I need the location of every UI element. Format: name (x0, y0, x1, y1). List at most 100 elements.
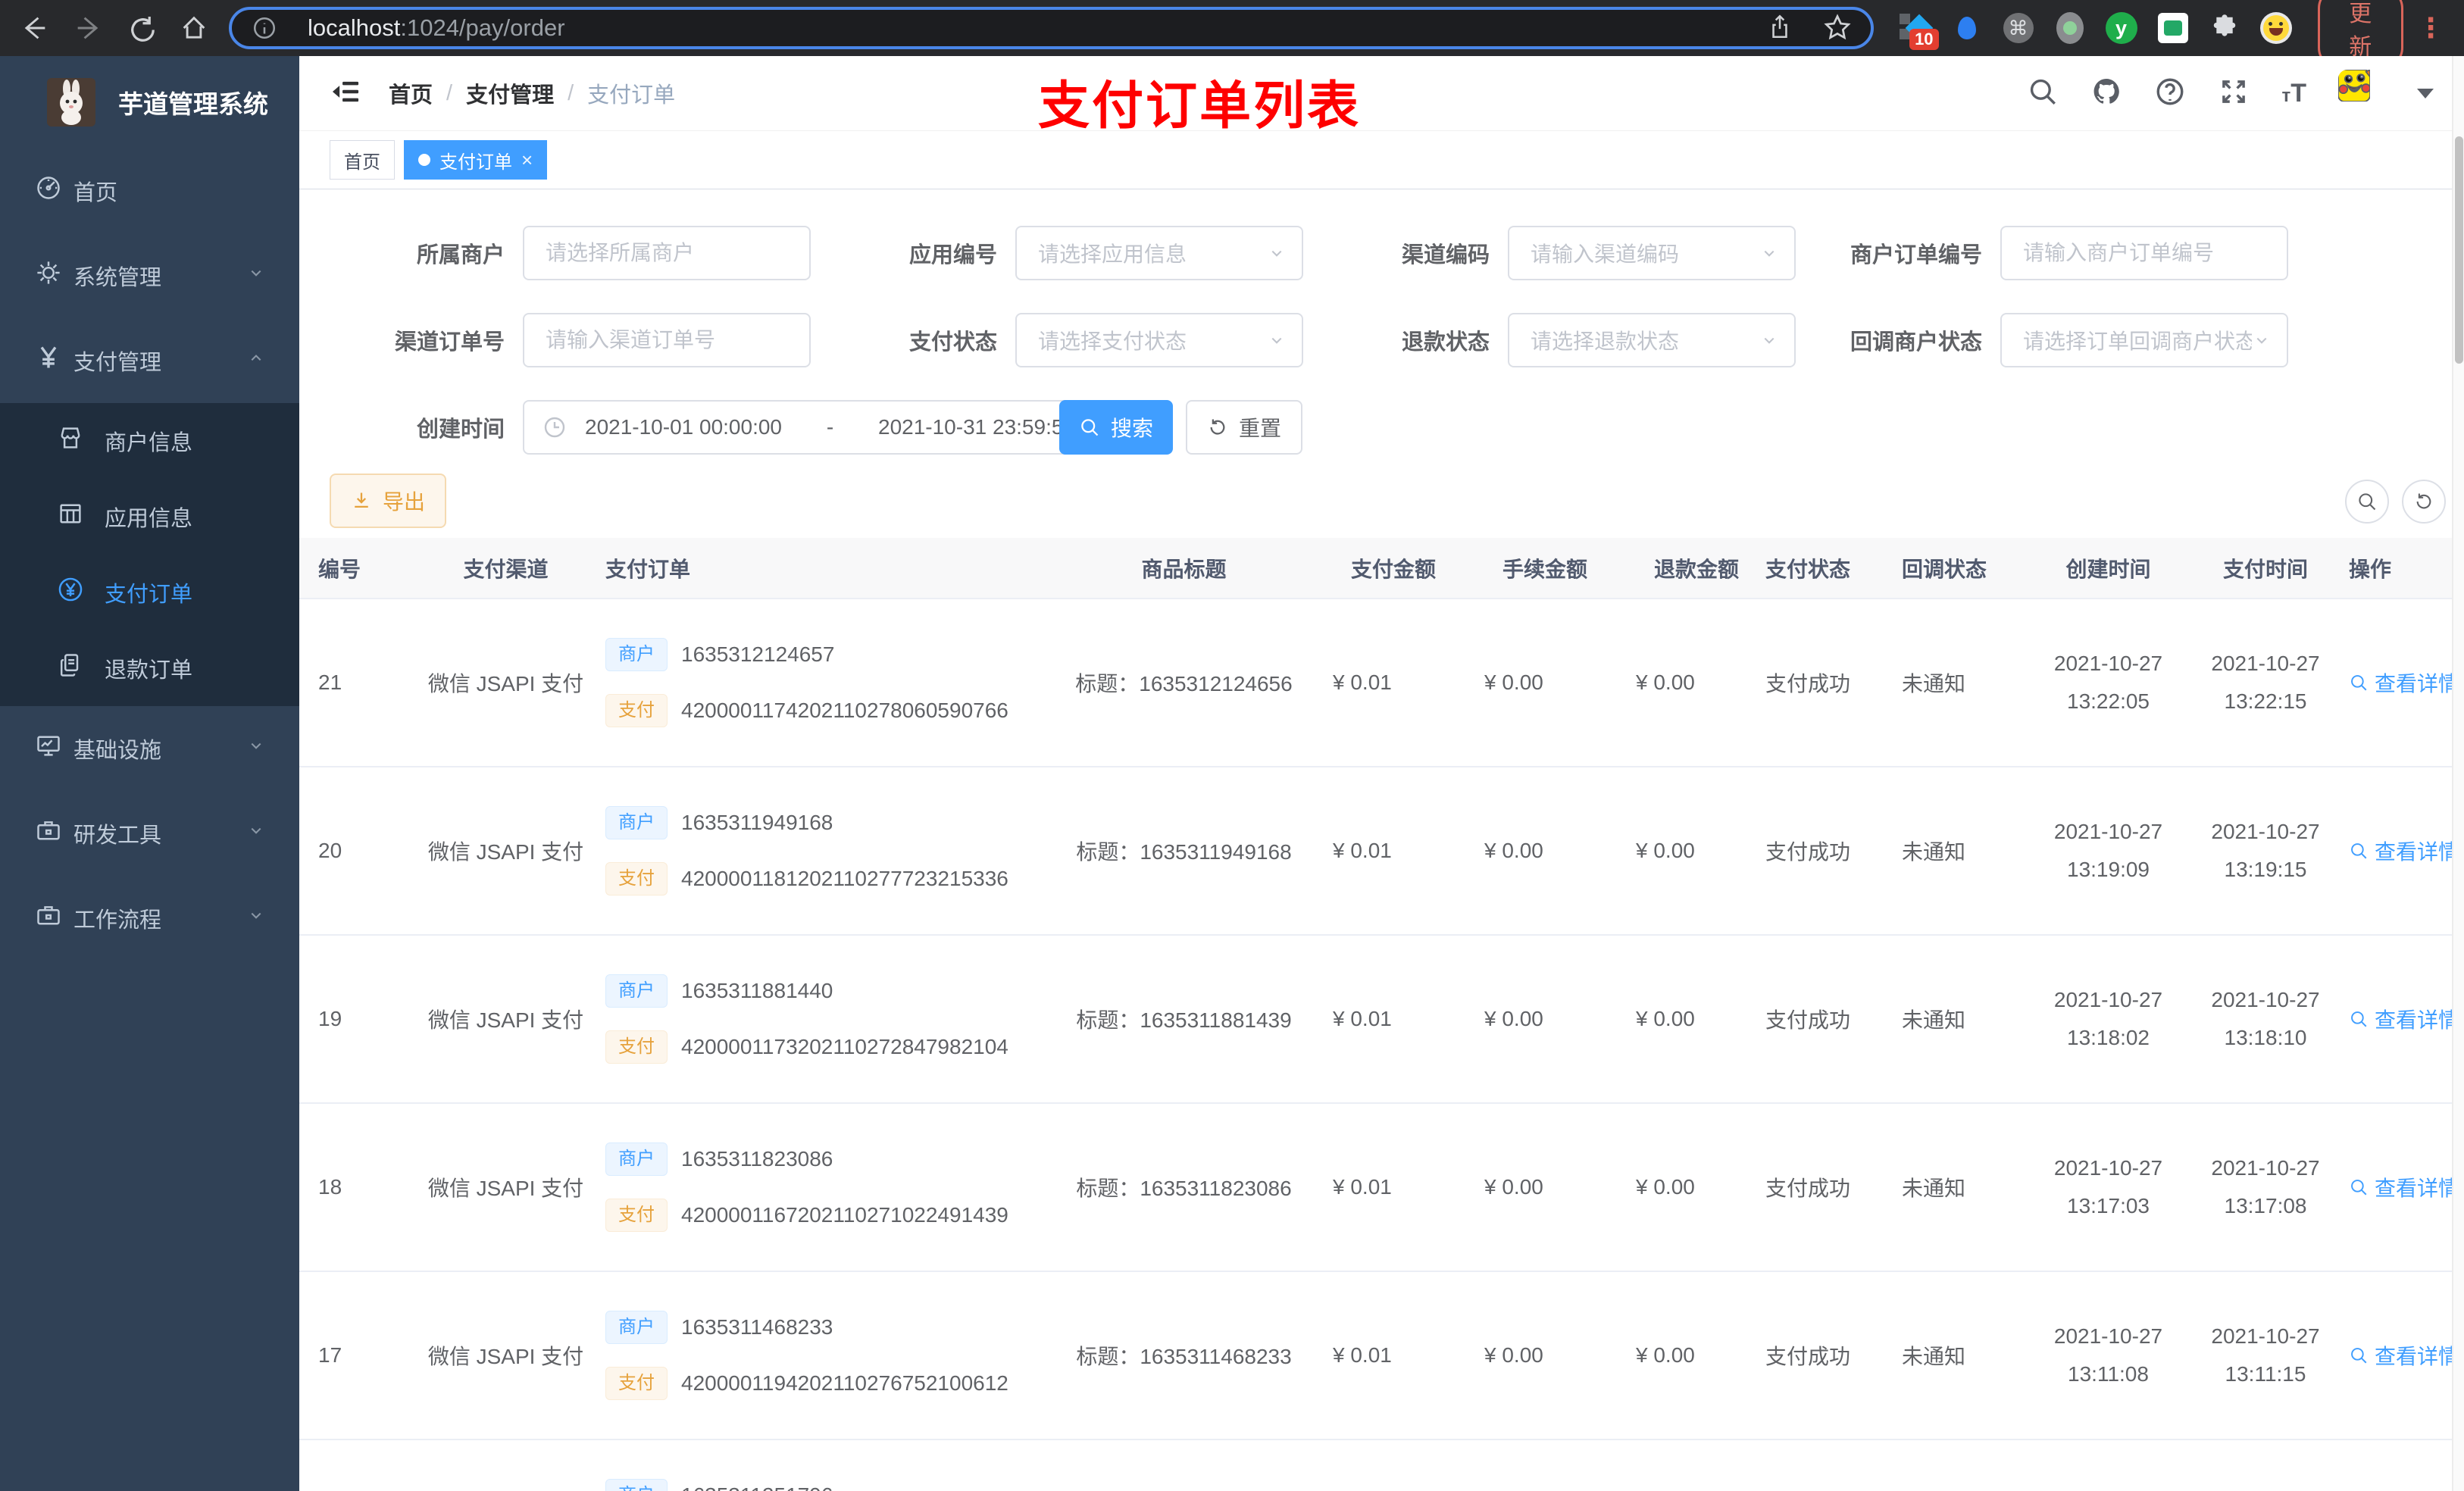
view-details-link[interactable]: 查看详情 (2349, 1340, 2459, 1371)
download-icon (354, 492, 369, 508)
pay-status: 支付成功 (1765, 1103, 1902, 1272)
refund-status-select[interactable]: 请选择退款状态 (1508, 313, 1796, 367)
reload-button[interactable] (126, 13, 156, 43)
browser-profile-avatar[interactable] (2259, 12, 2292, 44)
reset-button[interactable]: 重置 (1186, 400, 1303, 455)
view-details-link[interactable]: 查看详情 (2349, 667, 2459, 698)
sidebar-item-refund-order[interactable]: 退款订单 (0, 630, 299, 706)
help-icon[interactable] (2154, 76, 2186, 111)
sidebar-item-pay-order[interactable]: 支付订单 (0, 555, 299, 630)
scrollbar-thumb[interactable] (2455, 136, 2463, 364)
extension-icon-2[interactable] (1951, 12, 1983, 44)
sidebar-item-home[interactable]: 首页 (0, 148, 299, 233)
merchant-order-no: 1635311949168 (681, 811, 833, 834)
export-button[interactable]: 导出 (330, 474, 447, 528)
refund-amount: ¥ 0.00 (1633, 599, 1765, 767)
toolbox-icon (35, 817, 73, 850)
view-details-link[interactable]: 查看详情 (2349, 1004, 2459, 1034)
filter-merchant: 所属商户 (299, 226, 811, 280)
merchant-tag: 商户 (605, 1142, 668, 1176)
magnifier-icon (2351, 1348, 2367, 1364)
font-size-icon[interactable]: тT (2281, 79, 2306, 108)
extension-icon-1[interactable]: 10 (1899, 12, 1939, 50)
page-scrollbar[interactable] (2452, 56, 2464, 1491)
view-details-link[interactable]: 查看详情 (2349, 1172, 2459, 1202)
extension-badge: 10 (1909, 29, 1939, 50)
address-bar[interactable]: localhost:1024/pay/order (229, 7, 1874, 49)
extension-icon-3[interactable]: ⌘ (2003, 12, 2034, 44)
refund-amount: ¥ 0.00 (1633, 1103, 1765, 1272)
forward-button[interactable] (73, 13, 103, 43)
fee-amount: ¥ 0.00 (1481, 1103, 1633, 1272)
breadcrumb-home[interactable]: 首页 (389, 77, 433, 109)
col-pay-status: 支付状态 (1765, 538, 1902, 599)
date-range-picker[interactable]: 2021-10-01 00:00:00 - 2021-10-31 23:59:5… (523, 400, 1095, 455)
col-refund: 退款金额 (1633, 538, 1765, 599)
channel-order-no-input[interactable] (523, 313, 811, 367)
sidebar-item-payment[interactable]: 支付管理 (0, 318, 299, 403)
order-id: 17 (299, 1271, 409, 1440)
refresh-button[interactable] (2402, 480, 2446, 524)
chevron-down-icon (246, 821, 266, 846)
sidebar-fold-icon[interactable] (330, 76, 361, 111)
sidebar-item-system[interactable]: 系统管理 (0, 233, 299, 318)
order-id: 18 (299, 1103, 409, 1272)
browser-menu-icon[interactable]: ⋮ (2417, 12, 2444, 44)
magnifier-icon (2351, 843, 2367, 859)
fee-amount: ¥ 0.00 (1481, 935, 1633, 1104)
notify-status-select[interactable]: 请选择订单回调商户状态 (2000, 313, 2288, 367)
magnifier-icon (2351, 1180, 2367, 1196)
sidebar-item-merchant-info[interactable]: 商户信息 (0, 403, 299, 479)
site-info-icon (253, 17, 276, 39)
tag-home[interactable]: 首页 (330, 140, 395, 180)
pay-order-no: 4200001194202110276752100612 (681, 1371, 1008, 1395)
chevron-down-icon (246, 905, 266, 931)
breadcrumb-current: 支付订单 (587, 83, 676, 108)
user-avatar[interactable] (2338, 70, 2385, 117)
share-icon[interactable] (1766, 13, 1793, 44)
clock-icon (544, 417, 565, 438)
notify-status: 未通知 (1902, 1271, 2027, 1440)
sidebar-item-dev-tools[interactable]: 研发工具 (0, 791, 299, 876)
pay-order-no: 4200001173202110272847982104 (681, 1035, 1008, 1058)
sidebar-item-app-info[interactable]: 应用信息 (0, 479, 299, 555)
merchant-order-no-input[interactable] (2000, 226, 2288, 280)
home-button[interactable] (179, 13, 209, 43)
avatar-dropdown-caret[interactable] (2417, 88, 2434, 98)
app-logo[interactable]: 芋道管理系统 (0, 56, 299, 148)
extension-icon-6[interactable] (2157, 12, 2189, 44)
extension-icon-5[interactable]: y (2105, 12, 2137, 44)
search-icon[interactable] (2027, 76, 2059, 111)
monitor-icon (35, 732, 73, 765)
search-button[interactable]: 搜索 (1059, 400, 1174, 455)
product-title: 标题：1635311468233 (1038, 1271, 1330, 1440)
close-icon[interactable]: × (521, 150, 533, 170)
order-id: 19 (299, 935, 409, 1104)
merchant-tag: 商户 (605, 638, 668, 671)
pay-status-select[interactable]: 请选择支付状态 (1015, 313, 1303, 367)
view-details-link[interactable]: 查看详情 (2349, 836, 2459, 866)
pay-channel: 微信 JSAPI 支付 (409, 1271, 602, 1440)
extensions-puzzle-icon[interactable] (2209, 12, 2240, 44)
sidebar-item-workflow[interactable]: 工作流程 (0, 876, 299, 961)
extension-icon-4[interactable] (2054, 12, 2086, 44)
merchant-input[interactable] (523, 226, 811, 280)
pay-amount: ¥ 0.01 (1330, 767, 1481, 936)
bookmark-star-icon[interactable] (1824, 13, 1851, 44)
tag-pay-order[interactable]: 支付订单 × (404, 140, 548, 180)
toggle-search-button[interactable] (2345, 480, 2389, 524)
pay-status: 支付成功 (1765, 599, 1902, 767)
fullscreen-icon[interactable] (2218, 76, 2250, 111)
app-select[interactable]: 请选择应用信息 (1015, 226, 1303, 280)
sidebar-item-infrastructure[interactable]: 基础设施 (0, 706, 299, 791)
github-icon[interactable] (2090, 76, 2122, 111)
col-actions: 操作 (2341, 538, 2464, 599)
table-row: 18 微信 JSAPI 支付 商户 1635311823086 支付 4200001… (299, 1103, 2464, 1272)
pay-channel: 微信 JSAPI 支付 (409, 1103, 602, 1272)
chevron-down-icon (2256, 337, 2267, 344)
back-button[interactable] (20, 13, 50, 43)
fee-amount: ¥ 0.00 (1481, 599, 1633, 767)
pay-order-cell: 商户 1635312124657 支付 4200001174202110278060… (602, 599, 1038, 767)
create-time: 2021-10-27 13:19:09 (2027, 767, 2190, 936)
channel-code-select[interactable]: 请输入渠道编码 (1508, 226, 1796, 280)
